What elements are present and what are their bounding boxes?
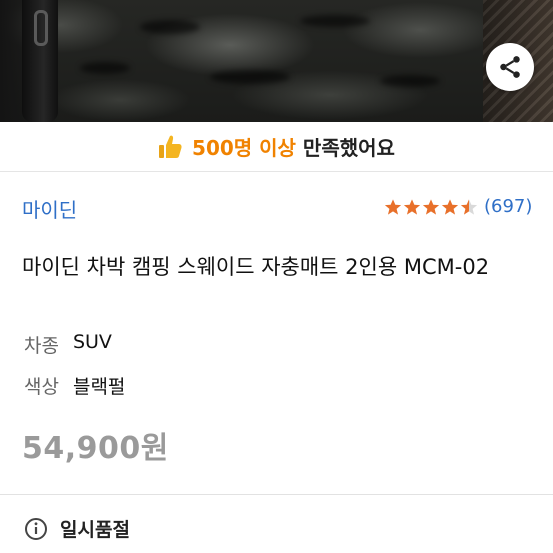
divider <box>0 494 553 495</box>
option-row-color: 색상 블랙펄 <box>24 372 125 399</box>
option-label-vehicle: 차종 <box>24 335 59 357</box>
stock-status-text: 일시품절 <box>60 519 130 541</box>
info-icon <box>25 517 47 540</box>
product-image[interactable] <box>0 0 553 122</box>
satisfaction-text: 500명 이상 만족했어요 <box>192 132 395 161</box>
star-icon <box>403 198 421 215</box>
satisfaction-banner: 500명 이상 만족했어요 <box>0 122 553 172</box>
satisfaction-highlight: 500명 이상 <box>192 136 296 160</box>
star-icon <box>422 198 440 215</box>
rating-stars <box>384 198 478 216</box>
option-label-color: 색상 <box>24 376 59 398</box>
rating[interactable]: (697) <box>384 196 532 217</box>
option-row-vehicle: 차종 SUV <box>24 331 112 358</box>
product-title: 마이딘 차박 캠핑 스웨이드 자충매트 2인용 MCM-02 <box>22 255 490 279</box>
thumbs-up-icon <box>159 135 182 158</box>
car-handle <box>34 10 48 46</box>
review-count[interactable]: (697) <box>484 196 532 217</box>
product-price: 54,900원 <box>22 431 169 466</box>
star-icon <box>384 198 402 215</box>
option-value-vehicle: SUV <box>72 331 112 353</box>
brand-link[interactable]: 마이딘 <box>22 194 77 223</box>
star-icon <box>460 198 478 215</box>
option-value-color: 블랙펄 <box>72 376 126 398</box>
star-icon <box>441 198 459 215</box>
share-icon <box>500 56 520 78</box>
satisfaction-rest: 만족했어요 <box>295 136 395 160</box>
share-button[interactable] <box>486 43 534 91</box>
stock-status: 일시품절 <box>24 515 130 542</box>
